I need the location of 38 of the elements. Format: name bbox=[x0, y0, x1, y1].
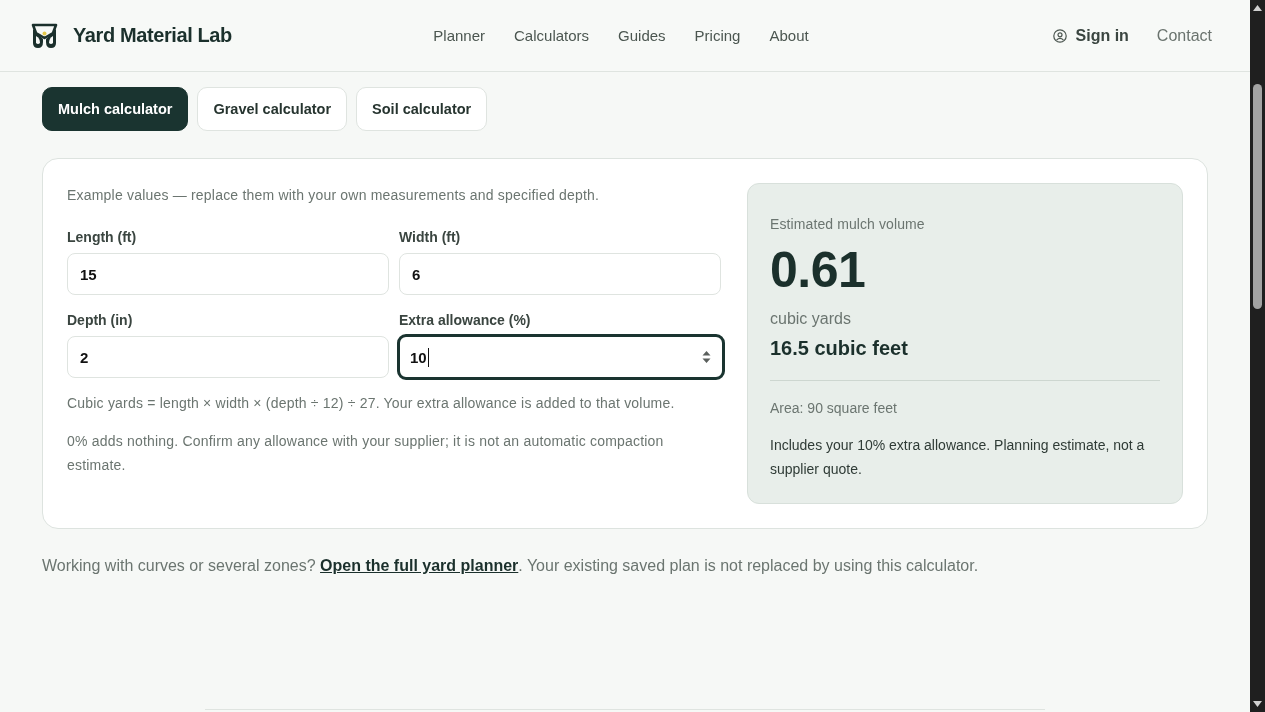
intro-text: Example values — replace them with your own measurements and specified depth. bbox=[67, 186, 601, 205]
user-icon bbox=[1052, 28, 1067, 43]
calculator-tab[interactable]: Mulch calculator bbox=[42, 87, 189, 131]
formula-note: Cubic yards = length × width × (depth ÷ 12) ÷ 27. Your extra allowance is added to that volume. bbox=[67, 394, 676, 413]
scrollbar-thumb[interactable] bbox=[1253, 84, 1262, 309]
brand-name[interactable]: Yard Material Lab bbox=[73, 24, 232, 47]
scrollbar[interactable] bbox=[1250, 0, 1265, 712]
result-unit: cubic yards bbox=[770, 310, 852, 328]
nav-link[interactable]: Pricing bbox=[694, 27, 741, 44]
input-field[interactable]: 6 bbox=[399, 253, 721, 295]
field-label: Length (ft) bbox=[67, 228, 138, 246]
input-field[interactable]: 2 bbox=[67, 336, 389, 378]
calculator-tab[interactable]: Gravel calculator bbox=[197, 87, 348, 131]
text-cursor-icon bbox=[427, 347, 429, 367]
area-text: Area: 90 square feet bbox=[770, 400, 898, 416]
logo-icon bbox=[30, 21, 59, 50]
sign-in-button[interactable]: Sign in bbox=[1052, 26, 1129, 45]
scroll-up-icon[interactable] bbox=[1253, 5, 1262, 11]
nav-link[interactable]: Planner bbox=[433, 27, 486, 44]
nav-link[interactable]: Calculators bbox=[514, 27, 590, 44]
cubic-feet-value: 16.5 cubic feet bbox=[770, 337, 909, 360]
result-label: Estimated mulch volume bbox=[770, 216, 926, 232]
formula-note: 0% adds nothing. Confirm any allowance with your supplier; it is not an automatic compaction estimate. bbox=[67, 432, 665, 475]
contact-link[interactable]: Contact bbox=[1156, 26, 1212, 45]
scroll-down-icon[interactable] bbox=[1253, 701, 1262, 707]
nav-link[interactable]: About bbox=[769, 27, 809, 44]
field-label: Extra allowance (%) bbox=[399, 311, 532, 329]
field-label: Depth (in) bbox=[67, 311, 134, 329]
spinner-icon[interactable] bbox=[701, 349, 712, 365]
result-value: 0.61 bbox=[770, 241, 867, 299]
planner-link[interactable]: Open the full yard planner bbox=[320, 557, 519, 574]
planner-note: Working with curves or several zones? Open the full yard planner. Your existing saved plan is not replaced by using this calculator. bbox=[42, 556, 980, 576]
input-field[interactable]: 10 bbox=[397, 334, 725, 380]
calculator-tab[interactable]: Soil calculator bbox=[356, 87, 488, 131]
input-field[interactable]: 15 bbox=[67, 253, 389, 295]
nav-link[interactable]: Guides bbox=[618, 27, 666, 44]
field-label: Width (ft) bbox=[399, 228, 462, 246]
result-note: Includes your 10% extra allowance. Planning estimate, not a supplier quote. bbox=[770, 436, 1146, 479]
